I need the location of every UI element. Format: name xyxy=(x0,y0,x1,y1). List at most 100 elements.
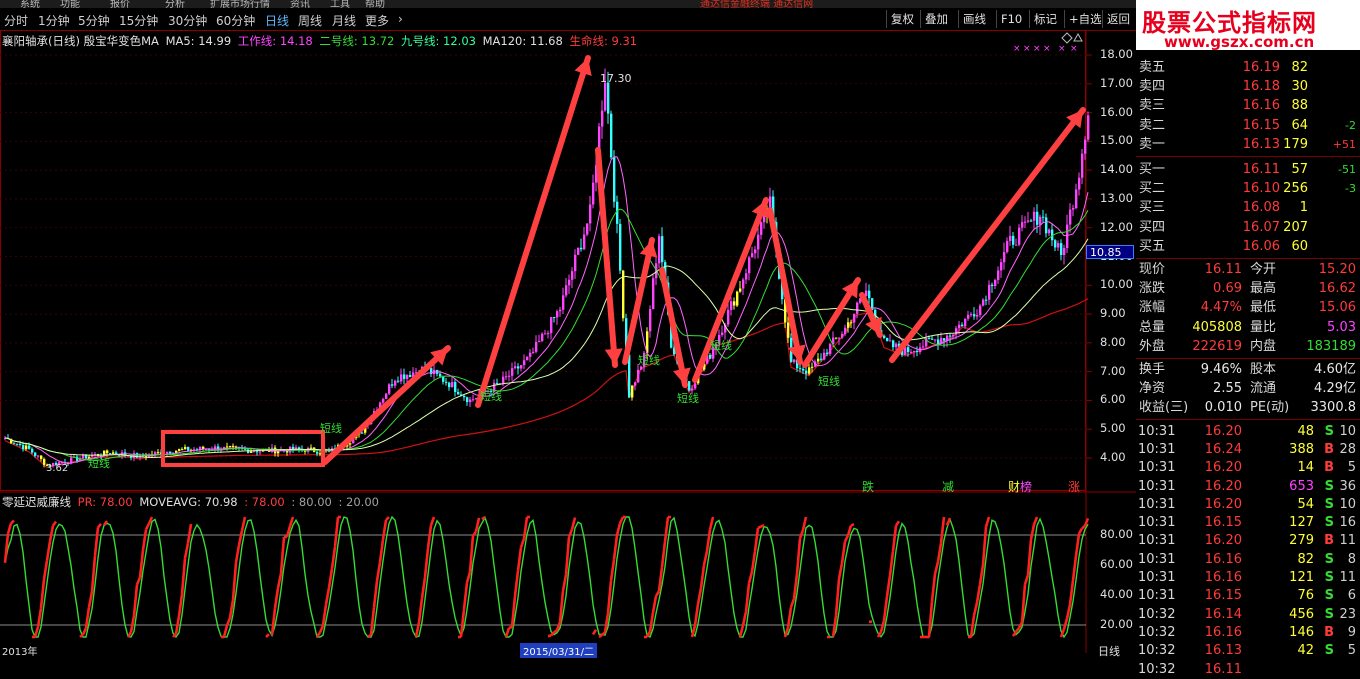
ask-volume: 64 xyxy=(1291,116,1308,135)
candle-body xyxy=(568,280,570,286)
toolbar-button-1[interactable]: 叠加 xyxy=(920,10,952,28)
quote-value: 9.46% xyxy=(1201,360,1242,379)
period-4[interactable]: 30分钟 xyxy=(168,12,207,29)
period-9[interactable]: 更多 xyxy=(365,12,389,29)
candle-body xyxy=(601,111,603,127)
menu-item-1[interactable]: 功能 xyxy=(60,0,80,8)
menu-item-5[interactable]: 资讯 xyxy=(290,0,310,8)
tick-volume: 54 xyxy=(1297,495,1314,514)
pr-rising-segment xyxy=(461,609,464,637)
period-8[interactable]: 月线 xyxy=(332,12,356,29)
period-2[interactable]: 5分钟 xyxy=(78,12,110,29)
quote-value: 15.06 xyxy=(1319,298,1356,317)
tick-side: B xyxy=(1324,458,1334,477)
pr-rising-segment xyxy=(890,551,893,575)
pr-rising-segment xyxy=(800,530,803,538)
tick-side: B xyxy=(1324,623,1334,642)
tick-side: S xyxy=(1325,550,1334,569)
menu-item-6[interactable]: 工具 xyxy=(330,0,350,8)
period-3[interactable]: 15分钟 xyxy=(119,12,158,29)
candle-body xyxy=(658,236,660,263)
bid-change: -51 xyxy=(1338,160,1356,179)
pr-rising-segment xyxy=(980,565,983,584)
toolbar-button-2[interactable]: 画线 xyxy=(958,10,990,28)
tick-side: S xyxy=(1325,477,1334,496)
tick-side: S xyxy=(1325,568,1334,587)
axis-label: 17.00 xyxy=(1100,76,1133,90)
candle-body xyxy=(580,248,582,249)
pr-rising-segment xyxy=(275,588,278,608)
toolbar-button-3[interactable]: F10 xyxy=(996,10,1026,28)
tick-volume: 146 xyxy=(1289,623,1314,642)
pr-rising-segment xyxy=(653,596,656,613)
candle-body xyxy=(1048,230,1050,234)
toolbar-button-5[interactable]: +自选 xyxy=(1064,10,1106,28)
menu-item-7[interactable]: 帮助 xyxy=(365,0,385,8)
candle-body xyxy=(22,445,24,449)
quote-row: 外盘222619内盘183189 xyxy=(1136,337,1360,356)
candle-body xyxy=(826,353,828,354)
period-6[interactable]: 日线 xyxy=(265,12,289,29)
quote-row: 涨跌0.69最高16.62 xyxy=(1136,279,1360,298)
top-marker: × xyxy=(1070,44,1078,54)
menu-item-4[interactable]: 扩展市场行情 xyxy=(210,0,270,8)
candle-body xyxy=(394,381,396,386)
candle-body xyxy=(178,449,180,451)
pr-rising-segment xyxy=(467,572,470,583)
tick-time: 10:31 xyxy=(1138,440,1175,459)
tick-volume: 279 xyxy=(1289,531,1314,550)
candle-body xyxy=(472,399,474,400)
tick-side: S xyxy=(1325,513,1334,532)
toolbar-button-0[interactable]: 复权 xyxy=(886,10,918,28)
tick-count: 28 xyxy=(1339,440,1356,459)
ask-row: 卖二16.1564-2 xyxy=(1136,116,1360,135)
pr-rising-segment xyxy=(929,601,932,637)
candle-body xyxy=(514,366,516,368)
period-1[interactable]: 1分钟 xyxy=(38,12,70,29)
candle-body xyxy=(808,367,810,373)
quote-label: 外盘 xyxy=(1139,337,1165,356)
toolbar-button-4[interactable]: 标记 xyxy=(1029,10,1061,28)
bid-volume: 60 xyxy=(1291,237,1308,256)
date-left: 2013年 xyxy=(2,643,37,658)
candle-body xyxy=(583,235,585,250)
top-marker: × xyxy=(1013,44,1021,54)
pr-rising-segment xyxy=(428,525,431,548)
tick-price: 16.11 xyxy=(1205,660,1242,679)
date-cursor: 2015/03/31/二 xyxy=(520,643,597,658)
quote-value: 183189 xyxy=(1306,337,1356,356)
pr-rising-segment xyxy=(44,560,47,579)
candle-body xyxy=(631,386,633,398)
pr-rising-segment xyxy=(329,569,332,588)
tick-count: 11 xyxy=(1339,531,1356,550)
tick-price: 16.24 xyxy=(1205,440,1242,459)
more-chevron-icon[interactable]: › xyxy=(398,12,403,26)
price-grid xyxy=(0,55,1092,458)
period-0[interactable]: 分时 xyxy=(4,12,28,29)
menu-item-0[interactable]: 系统 xyxy=(20,0,40,8)
toolbar-button-6[interactable]: 返回 xyxy=(1102,10,1134,28)
candle-body xyxy=(226,446,228,447)
pr-rising-segment xyxy=(482,517,485,519)
tick-row: 10:3116.2014B5 xyxy=(1136,458,1360,477)
tick-row: 10:3116.20653S36 xyxy=(1136,477,1360,496)
menu-item-3[interactable]: 分析 xyxy=(165,0,185,8)
top-marker: × xyxy=(1058,44,1066,54)
kline-chart[interactable]: ×××××× xyxy=(0,30,1136,653)
pr-rising-segment xyxy=(416,622,419,637)
pr-rising-segment xyxy=(5,534,8,563)
period-5[interactable]: 60分钟 xyxy=(216,12,255,29)
candle-body xyxy=(730,301,732,310)
menu-item-2[interactable]: 报价 xyxy=(110,0,130,8)
logo-url: www.gszx.com.cn xyxy=(1164,33,1314,51)
high-price-label: 17.30 xyxy=(600,72,632,85)
pr-rising-segment xyxy=(146,524,149,530)
period-7[interactable]: 周线 xyxy=(298,12,322,29)
candle-body xyxy=(997,270,999,280)
candle-body xyxy=(361,433,363,434)
candle-body xyxy=(1054,240,1056,247)
tick-row: 10:3116.2048S10 xyxy=(1136,422,1360,441)
candle-body xyxy=(232,446,234,447)
candle-body xyxy=(994,280,996,286)
tick-volume: 388 xyxy=(1289,440,1314,459)
